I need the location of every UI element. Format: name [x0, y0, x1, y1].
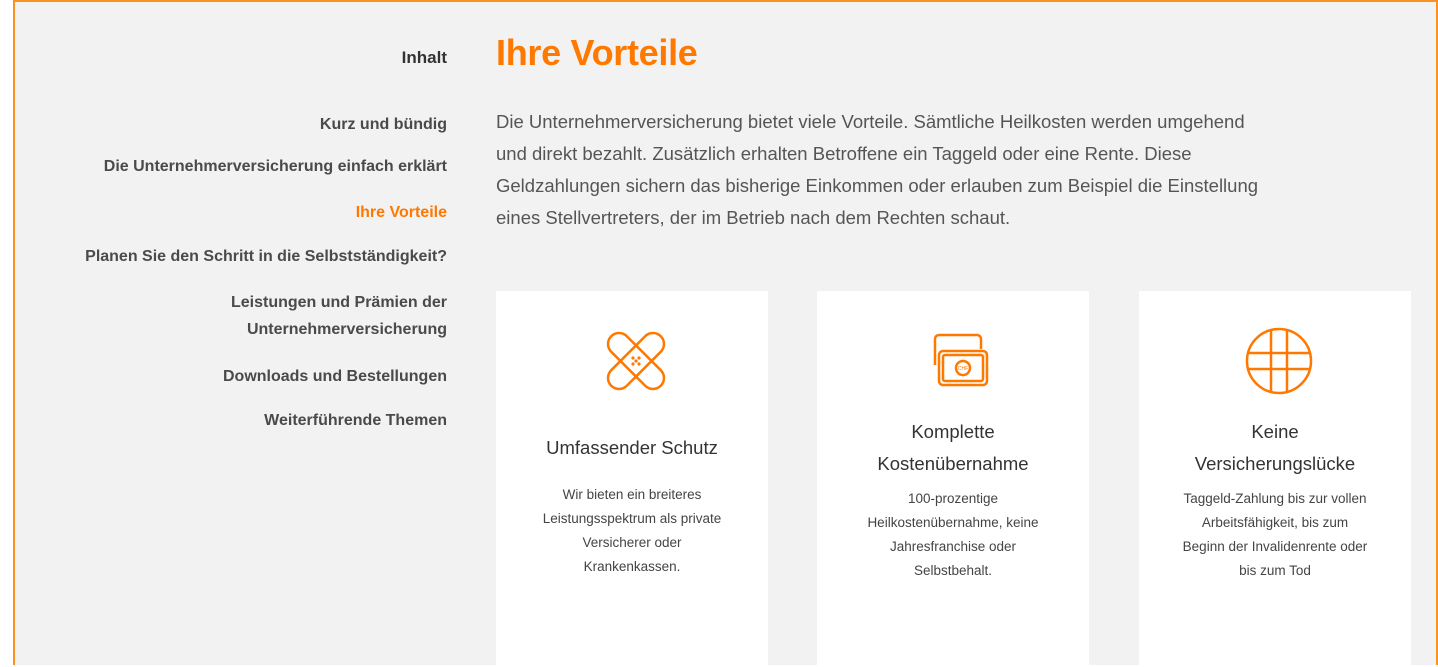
card-title: Komplette Kostenübernahme — [827, 416, 1079, 480]
intro-paragraph: Die Unternehmerversicherung bietet viele… — [496, 106, 1416, 234]
money-bills-icon: CHF — [933, 333, 989, 387]
card-text-line: 100-prozentige — [907, 491, 999, 506]
card-title-line: Kostenübernahme — [877, 453, 1029, 474]
card-text: Wir bieten ein breiteres Leistungsspektr… — [516, 483, 748, 579]
card-text-line: Versicherer oder — [582, 535, 682, 550]
card-text-line: Heilkostenübernahme, keine — [867, 515, 1039, 530]
benefit-card-luecke: Keine Versicherungslücke Taggeld-Zahlung… — [1139, 291, 1411, 667]
toc-item-selbststaendigkeit[interactable]: Planen Sie den Schritt in die Selbststän… — [85, 243, 447, 270]
toc-item-line: Unternehmerversicherung — [246, 321, 447, 338]
card-text-line: Beginn der Invalidenrente oder — [1182, 539, 1368, 554]
intro-line: Geldzahlungen sichern das bisherige Eink… — [496, 175, 1259, 196]
currency-label: CHF — [958, 366, 968, 372]
card-title-line: Versicherungslücke — [1194, 453, 1356, 474]
toc-item-ihre-vorteile[interactable]: Ihre Vorteile — [356, 199, 447, 226]
card-text-line: Krankenkassen. — [583, 559, 681, 574]
card-title-line: Komplette — [911, 421, 995, 442]
bandage-icon — [606, 331, 666, 391]
card-text-line: Wir bieten ein breiteres — [562, 487, 702, 502]
safety-net-icon — [1245, 327, 1313, 395]
toc-item-line: Leistungen und Prämien der — [230, 294, 447, 311]
intro-line: Die Unternehmerversicherung bietet viele… — [496, 111, 1245, 132]
benefit-card-kosten: CHF Komplette Kostenübernahme 100-prozen… — [817, 291, 1089, 667]
toc-item-kurz-und-buendig[interactable]: Kurz und bündig — [320, 111, 447, 138]
card-text-line: Leistungsspektrum als private — [542, 511, 722, 526]
toc-title: Inhalt — [401, 48, 447, 67]
toc-item-weiterfuehrende-themen[interactable]: Weiterführende Themen — [264, 407, 447, 434]
card-title-line: Umfassender Schutz — [546, 437, 718, 458]
card-text-line: Jahresfranchise oder — [889, 539, 1017, 554]
page-title: Ihre Vorteile — [496, 32, 698, 73]
intro-line: und direkt bezahlt. Zusätzlich erhalten … — [496, 143, 1192, 164]
card-text-line: Selbstbehalt. — [913, 563, 993, 578]
benefit-card-schutz: Umfassender Schutz Wir bieten ein breite… — [496, 291, 768, 667]
toc-item-leistungen-praemien[interactable]: Leistungen und Prämien der Unternehmerve… — [231, 289, 447, 343]
toc-item-downloads[interactable]: Downloads und Bestellungen — [223, 363, 447, 390]
card-text-line: bis zum Tod — [1239, 563, 1311, 578]
content-frame: Inhalt Kurz und bündig Die Unternehmerve… — [13, 0, 1438, 667]
card-title: Umfassender Schutz — [506, 432, 758, 464]
intro-line: eines Stellvertreters, der im Betrieb na… — [496, 207, 1011, 228]
card-text: Taggeld-Zahlung bis zur vollen Arbeitsfä… — [1159, 487, 1391, 583]
card-text: 100-prozentige Heilkostenübernahme, kein… — [837, 487, 1069, 583]
toc-item-einfach-erklaert[interactable]: Die Unternehmerversicherung einfach erkl… — [104, 153, 447, 180]
card-text-line: Arbeitsfähigkeit, bis zum — [1201, 515, 1349, 530]
card-text-line: Taggeld-Zahlung bis zur vollen — [1183, 491, 1367, 506]
card-title: Keine Versicherungslücke — [1149, 416, 1401, 480]
card-title-line: Keine — [1251, 421, 1299, 442]
